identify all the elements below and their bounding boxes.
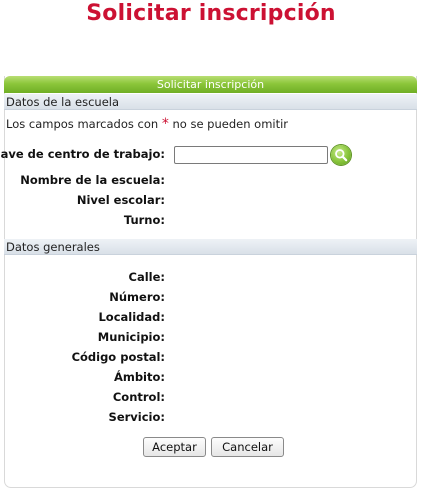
service-label: Servicio:	[108, 410, 165, 424]
school-level-label: Nivel escolar:	[76, 193, 165, 207]
section-header-school: Datos de la escuela	[4, 94, 417, 110]
section-header-general: Datos generales	[4, 239, 417, 255]
accept-button[interactable]: Aceptar	[143, 437, 206, 457]
note-text-before: Los campos marcados con	[6, 117, 159, 131]
cancel-button[interactable]: Cancelar	[211, 437, 284, 457]
street-label: Calle:	[128, 270, 165, 284]
scope-label: Ámbito:	[113, 370, 165, 384]
required-marker: *	[161, 116, 169, 132]
clave-label: *Clave de centro de trabajo:	[0, 147, 165, 161]
panel-header: Solicitar inscripción	[4, 76, 417, 93]
search-button[interactable]	[331, 145, 351, 165]
clave-centro-trabajo-input[interactable]	[174, 146, 328, 164]
note-text-after: no se pueden omitir	[172, 117, 289, 131]
control-label: Control:	[112, 390, 165, 404]
number-label: Número:	[109, 290, 165, 304]
clave-label-text: Clave de centro de trabajo:	[0, 147, 165, 161]
shift-label: Turno:	[123, 213, 165, 227]
page-title: Solicitar inscripción	[86, 1, 336, 26]
school-name-label: Nombre de la escuela:	[20, 173, 165, 187]
search-icon	[335, 149, 348, 162]
enrollment-panel: Solicitar inscripción Datos de la escuel…	[0, 76, 417, 488]
postal-code-label: Código postal:	[71, 350, 165, 364]
locality-label: Localidad:	[98, 310, 165, 324]
required-fields-note: Los campos marcados con * no se pueden o…	[6, 116, 288, 132]
municipality-label: Municipio:	[97, 330, 165, 344]
